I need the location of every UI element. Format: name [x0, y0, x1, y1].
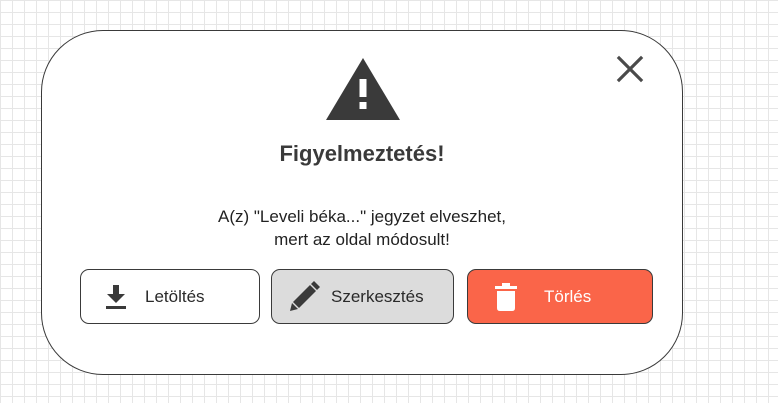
- download-label: Letöltés: [145, 286, 205, 306]
- delete-label: Törlés: [544, 286, 592, 306]
- edit-label: Szerkesztés: [331, 286, 424, 306]
- message-line-2: mert az oldal módosult!: [274, 230, 450, 249]
- delete-button[interactable]: Törlés: [467, 269, 653, 324]
- warning-dialog: Figyelmeztetés! A(z) "Leveli béka..." je…: [41, 30, 683, 375]
- download-button[interactable]: Letöltés: [80, 269, 260, 324]
- download-icon: [106, 284, 126, 309]
- trash-icon: [495, 282, 517, 311]
- close-icon: [616, 55, 644, 83]
- pencil-icon: [290, 280, 320, 311]
- dialog-title: Figyelmeztetés!: [279, 141, 445, 166]
- close-button[interactable]: [614, 53, 646, 85]
- message-line-1: A(z) "Leveli béka..." jegyzet elveszhet,: [218, 207, 506, 226]
- warning-triangle-icon: [326, 58, 400, 120]
- edit-button[interactable]: Szerkesztés: [271, 269, 454, 324]
- dialog-message: A(z) "Leveli béka..." jegyzet elveszhet,…: [42, 205, 682, 251]
